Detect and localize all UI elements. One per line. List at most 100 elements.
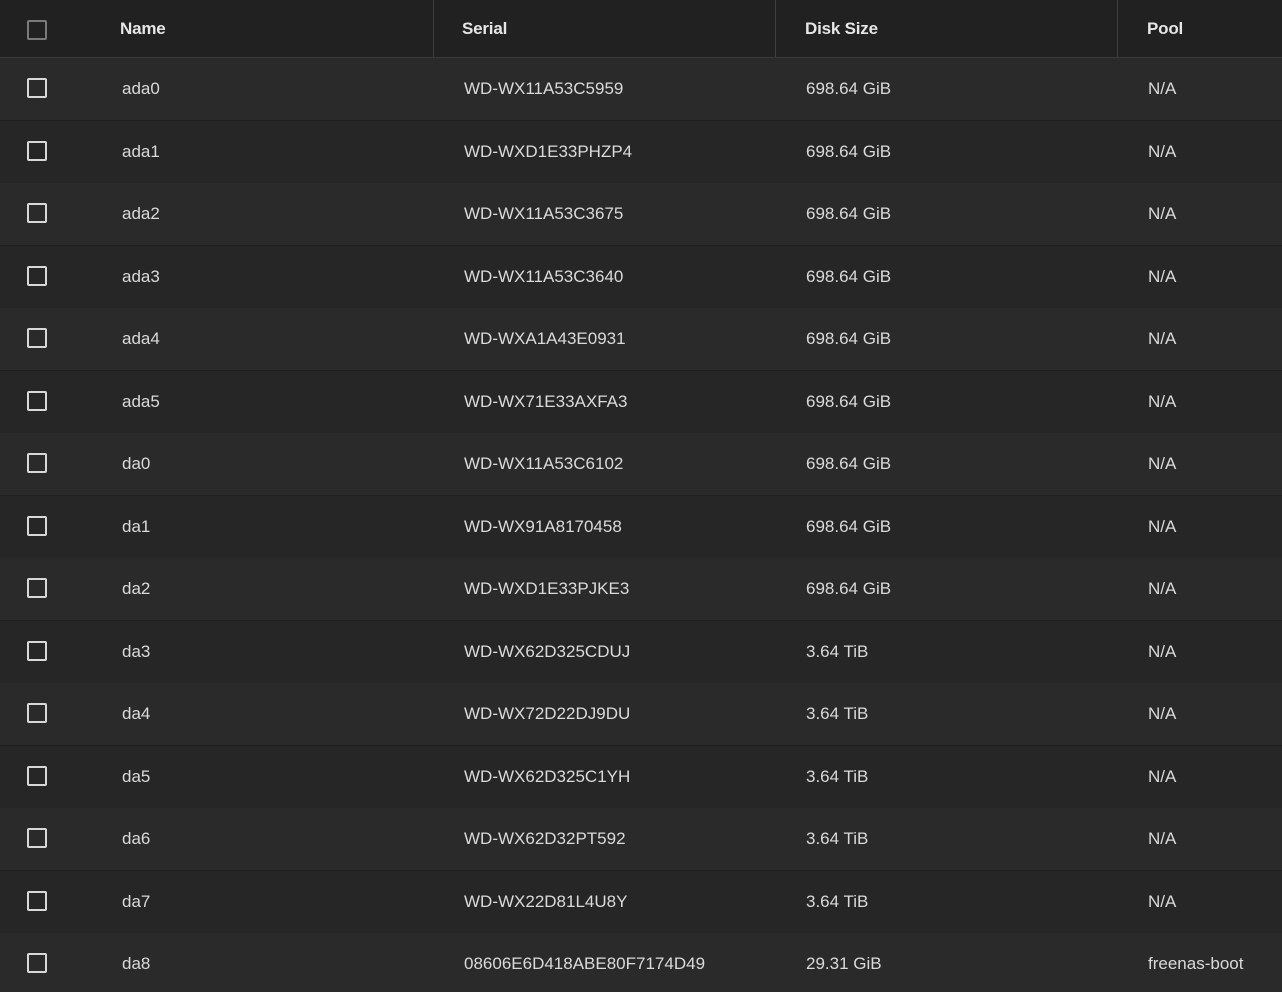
disk-serial: WD-WX62D325CDUJ — [464, 642, 631, 661]
select-all-checkbox[interactable] — [27, 20, 47, 40]
disk-pool: N/A — [1148, 267, 1177, 286]
disk-size: 3.64 TiB — [806, 892, 869, 911]
disk-name: ada1 — [122, 142, 160, 161]
disk-pool: freenas-boot — [1148, 954, 1244, 973]
row-select-checkbox[interactable] — [27, 328, 47, 348]
table-row[interactable]: da2 WD-WXD1E33PJKE3 698.64 GiB N/A — [0, 558, 1282, 621]
column-header-name[interactable]: Name — [120, 0, 166, 57]
disk-size: 3.64 TiB — [806, 767, 869, 786]
disk-size: 3.64 TiB — [806, 829, 869, 848]
column-divider[interactable] — [775, 0, 776, 57]
disk-pool: N/A — [1148, 517, 1177, 536]
column-header-serial[interactable]: Serial — [462, 0, 507, 57]
table-row[interactable]: ada1 WD-WXD1E33PHZP4 698.64 GiB N/A — [0, 121, 1282, 184]
disk-size: 698.64 GiB — [806, 267, 892, 286]
column-divider[interactable] — [433, 0, 434, 57]
table-row[interactable]: da6 WD-WX62D32PT592 3.64 TiB N/A — [0, 808, 1282, 871]
disk-serial: WD-WX71E33AXFA3 — [464, 392, 628, 411]
disk-pool: N/A — [1148, 642, 1177, 661]
disk-pool: N/A — [1148, 767, 1177, 786]
disk-name: da6 — [122, 829, 151, 848]
table-row[interactable]: da5 WD-WX62D325C1YH 3.64 TiB N/A — [0, 746, 1282, 809]
row-select-checkbox[interactable] — [27, 266, 47, 286]
disk-size: 698.64 GiB — [806, 204, 892, 223]
disk-size: 3.64 TiB — [806, 642, 869, 661]
disk-serial: WD-WX91A8170458 — [464, 517, 622, 536]
row-select-checkbox[interactable] — [27, 391, 47, 411]
table-row[interactable]: da0 WD-WX11A53C6102 698.64 GiB N/A — [0, 433, 1282, 496]
disk-name: ada5 — [122, 392, 160, 411]
disk-serial: WD-WX72D22DJ9DU — [464, 704, 631, 723]
disk-serial: WD-WXD1E33PHZP4 — [464, 142, 633, 161]
disk-size: 698.64 GiB — [806, 454, 892, 473]
disk-name: da2 — [122, 579, 151, 598]
table-row[interactable]: da1 WD-WX91A8170458 698.64 GiB N/A — [0, 496, 1282, 559]
row-select-checkbox[interactable] — [27, 203, 47, 223]
disk-size: 29.31 GiB — [806, 954, 882, 973]
disk-pool: N/A — [1148, 204, 1177, 223]
disk-name: da4 — [122, 704, 151, 723]
disk-serial: WD-WX11A53C5959 — [464, 79, 624, 98]
disk-pool: N/A — [1148, 892, 1177, 911]
disk-serial: 08606E6D418ABE80F7174D49 — [464, 954, 706, 973]
disk-name: da3 — [122, 642, 151, 661]
disk-name: da5 — [122, 767, 151, 786]
table-row[interactable]: ada5 WD-WX71E33AXFA3 698.64 GiB N/A — [0, 371, 1282, 434]
disk-pool: N/A — [1148, 454, 1177, 473]
disk-name: da0 — [122, 454, 151, 473]
table-row[interactable]: ada2 WD-WX11A53C3675 698.64 GiB N/A — [0, 183, 1282, 246]
disk-serial: WD-WXA1A43E0931 — [464, 329, 626, 348]
disk-size: 698.64 GiB — [806, 517, 892, 536]
disk-serial: WD-WX62D325C1YH — [464, 767, 631, 786]
row-select-checkbox[interactable] — [27, 516, 47, 536]
table-header: Name Serial Disk Size Pool — [0, 0, 1282, 58]
table-row[interactable]: da3 WD-WX62D325CDUJ 3.64 TiB N/A — [0, 621, 1282, 684]
disk-serial: WD-WX11A53C3640 — [464, 267, 624, 286]
disk-name: da1 — [122, 517, 151, 536]
disk-serial: WD-WX22D81L4U8Y — [464, 892, 628, 911]
disk-serial: WD-WXD1E33PJKE3 — [464, 579, 630, 598]
disk-name: ada3 — [122, 267, 160, 286]
disk-pool: N/A — [1148, 329, 1177, 348]
disk-size: 698.64 GiB — [806, 392, 892, 411]
row-select-checkbox[interactable] — [27, 703, 47, 723]
disk-pool: N/A — [1148, 79, 1177, 98]
disk-serial: WD-WX11A53C3675 — [464, 204, 624, 223]
disk-size: 698.64 GiB — [806, 142, 892, 161]
table-row[interactable]: da4 WD-WX72D22DJ9DU 3.64 TiB N/A — [0, 683, 1282, 746]
row-select-checkbox[interactable] — [27, 578, 47, 598]
row-select-checkbox[interactable] — [27, 828, 47, 848]
row-select-checkbox[interactable] — [27, 141, 47, 161]
column-divider[interactable] — [1117, 0, 1118, 57]
disk-name: da7 — [122, 892, 151, 911]
disk-pool: N/A — [1148, 704, 1177, 723]
table-row[interactable]: ada0 WD-WX11A53C5959 698.64 GiB N/A — [0, 58, 1282, 121]
row-select-checkbox[interactable] — [27, 766, 47, 786]
disk-name: ada4 — [122, 329, 160, 348]
disk-serial: WD-WX62D32PT592 — [464, 829, 626, 848]
disk-serial: WD-WX11A53C6102 — [464, 454, 624, 473]
disk-size: 698.64 GiB — [806, 79, 892, 98]
disk-size: 3.64 TiB — [806, 704, 869, 723]
disks-table: Name Serial Disk Size Pool ada0 WD-WX11A… — [0, 0, 1282, 992]
row-select-checkbox[interactable] — [27, 953, 47, 973]
disk-pool: N/A — [1148, 142, 1177, 161]
row-select-checkbox[interactable] — [27, 891, 47, 911]
disk-size: 698.64 GiB — [806, 579, 892, 598]
row-select-checkbox[interactable] — [27, 641, 47, 661]
table-row[interactable]: ada3 WD-WX11A53C3640 698.64 GiB N/A — [0, 246, 1282, 309]
disk-name: ada0 — [122, 79, 160, 98]
disk-name: da8 — [122, 954, 151, 973]
row-select-checkbox[interactable] — [27, 78, 47, 98]
table-row[interactable]: da8 08606E6D418ABE80F7174D49 29.31 GiB f… — [0, 933, 1282, 992]
disk-name: ada2 — [122, 204, 160, 223]
disk-pool: N/A — [1148, 392, 1177, 411]
table-row[interactable]: ada4 WD-WXA1A43E0931 698.64 GiB N/A — [0, 308, 1282, 371]
table-row[interactable]: da7 WD-WX22D81L4U8Y 3.64 TiB N/A — [0, 871, 1282, 934]
row-select-checkbox[interactable] — [27, 453, 47, 473]
disk-size: 698.64 GiB — [806, 329, 892, 348]
column-header-disk-size[interactable]: Disk Size — [805, 0, 878, 57]
column-header-pool[interactable]: Pool — [1147, 0, 1183, 57]
disk-pool: N/A — [1148, 579, 1177, 598]
disk-pool: N/A — [1148, 829, 1177, 848]
